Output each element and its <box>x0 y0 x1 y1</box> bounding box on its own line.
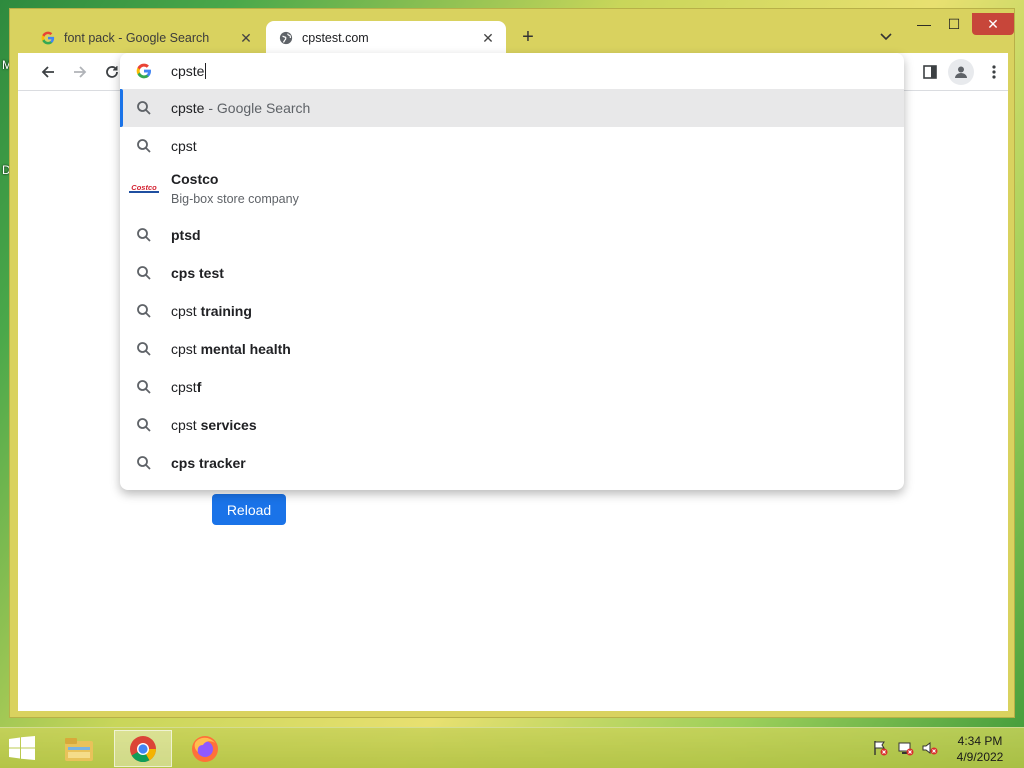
suggestion-text: cpst <box>171 341 201 357</box>
suggestion-bold-text: f <box>196 379 202 395</box>
close-tab-icon[interactable]: ✕ <box>480 30 496 46</box>
search-icon <box>137 342 151 356</box>
suggestion-row[interactable]: cpstf <box>120 368 904 406</box>
reload-button[interactable]: Reload <box>212 494 286 525</box>
suggestion-text: cpst <box>171 379 197 395</box>
search-icon <box>137 228 151 242</box>
suggestion-row[interactable]: cpst training <box>120 292 904 330</box>
text-caret <box>205 63 207 79</box>
close-tab-icon[interactable]: ✕ <box>238 30 254 46</box>
network-icon[interactable] <box>898 740 916 758</box>
google-g-icon <box>40 30 56 46</box>
entity-title: Costco <box>171 171 219 187</box>
suggestion-row[interactable]: ptsd <box>120 216 904 254</box>
suggestion-text: cpste <box>171 100 205 116</box>
suggestion-suffix: - Google Search <box>204 100 311 116</box>
suggestion-bold-text: services <box>200 417 257 433</box>
address-bar-input[interactable]: cpste <box>120 53 904 89</box>
suggestion-row[interactable]: cpst <box>120 127 904 165</box>
suggestion-text: cpst <box>171 138 197 154</box>
search-icon <box>137 266 151 280</box>
svg-text:Costco: Costco <box>131 183 157 192</box>
firefox-icon[interactable] <box>176 730 234 767</box>
tab-search-chevron-icon[interactable] <box>876 25 896 49</box>
suggestion-row[interactable]: cpst services <box>120 406 904 444</box>
back-arrow-icon[interactable] <box>36 60 60 84</box>
suggestion-bold-text: training <box>200 303 252 319</box>
omnibox-dropdown: cpste cpste - Google Search cpst Costco … <box>120 53 904 490</box>
google-g-icon <box>136 63 151 79</box>
suggestion-row[interactable]: cps test <box>120 254 904 292</box>
search-icon <box>137 304 151 318</box>
profile-avatar-icon[interactable] <box>948 59 974 85</box>
action-center-flag-icon[interactable] <box>872 740 890 758</box>
forward-arrow-icon[interactable] <box>68 60 92 84</box>
suggestion-text: cpst <box>171 417 201 433</box>
suggestion-row-google-search[interactable]: cpste - Google Search <box>120 89 904 127</box>
close-window-button[interactable]: ✕ <box>972 13 1014 35</box>
suggestion-text: cpst <box>171 303 201 319</box>
taskbar: 4:34 PM 4/9/2022 <box>0 727 1024 768</box>
search-icon <box>137 380 151 394</box>
entity-subtitle: Big-box store company <box>171 192 299 206</box>
globe-icon <box>278 30 294 46</box>
chrome-icon[interactable] <box>114 730 172 767</box>
clock-time: 4:34 PM <box>957 734 1003 748</box>
menu-kebab-icon[interactable] <box>982 60 1006 84</box>
suggestion-bold-text: mental health <box>200 341 291 357</box>
search-icon <box>137 456 151 470</box>
suggestion-bold-text: ptsd <box>171 227 201 243</box>
clock-date: 4/9/2022 <box>956 750 1004 764</box>
address-input-value: cpste <box>171 63 205 79</box>
suggestion-bold-text: cps test <box>171 265 224 281</box>
search-icon <box>137 418 151 432</box>
windows-start-icon[interactable] <box>8 736 38 762</box>
search-icon <box>137 101 151 115</box>
side-panel-icon[interactable] <box>918 60 942 84</box>
minimize-button[interactable]: — <box>912 13 936 35</box>
search-icon <box>137 139 151 153</box>
tab-title: cpstest.com <box>302 31 369 45</box>
tab-font-pack[interactable]: font pack - Google Search ✕ <box>28 21 264 55</box>
maximize-button[interactable]: ☐ <box>942 13 966 35</box>
tab-strip: font pack - Google Search ✕ cpstest.com … <box>10 9 1014 55</box>
volume-muted-icon[interactable] <box>922 740 940 758</box>
tab-cpstest[interactable]: cpstest.com ✕ <box>266 21 506 55</box>
system-clock[interactable]: 4:34 PM 4/9/2022 <box>948 733 1012 765</box>
suggestion-row[interactable]: cps tracker <box>120 444 904 482</box>
costco-logo-icon: Costco <box>128 182 160 194</box>
suggestion-row[interactable]: cpst mental health <box>120 330 904 368</box>
suggestion-row-entity-costco[interactable]: Costco Costco Big-box store company <box>120 165 904 215</box>
suggestion-bold-text: cps tracker <box>171 455 246 471</box>
file-explorer-icon[interactable] <box>50 730 108 767</box>
new-tab-button[interactable]: + <box>516 25 540 49</box>
tab-title: font pack - Google Search <box>64 31 210 45</box>
